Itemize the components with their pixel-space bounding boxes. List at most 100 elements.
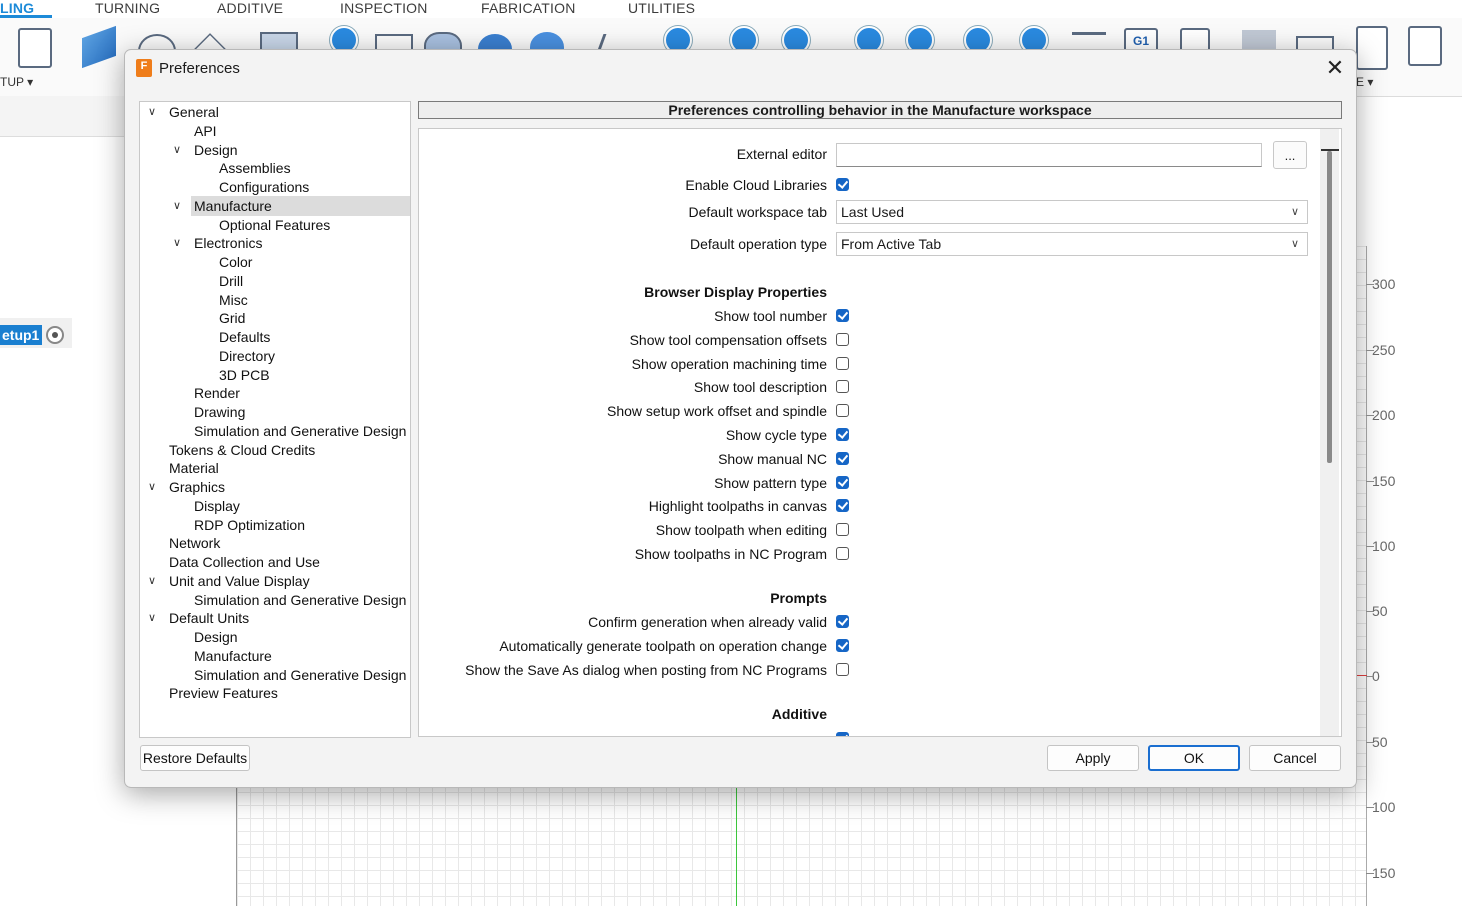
- close-icon[interactable]: ✕: [1323, 56, 1347, 80]
- tree-item[interactable]: Misc: [219, 292, 248, 308]
- toolpath-2d-icon[interactable]: [82, 25, 116, 69]
- prompt-option-checkbox[interactable]: [836, 639, 849, 652]
- tree-item[interactable]: Simulation and Generative Design: [194, 667, 406, 683]
- ribbon-tab[interactable]: FABRICATION: [481, 0, 576, 16]
- chevron-down-icon[interactable]: ∨: [173, 236, 181, 249]
- ribbon-tab[interactable]: INSPECTION: [340, 0, 428, 16]
- settings-panel[interactable]: External editor ... Enable Cloud Librari…: [418, 128, 1342, 737]
- dialog-title: Preferences: [159, 60, 240, 77]
- tree-item[interactable]: Grid: [219, 310, 245, 326]
- browser-option-checkbox[interactable]: [836, 451, 849, 465]
- chevron-down-icon[interactable]: ∨: [173, 143, 181, 156]
- tree-item[interactable]: Optional Features: [219, 217, 330, 233]
- tree-item[interactable]: Electronics: [194, 235, 262, 251]
- setup-icon[interactable]: [18, 28, 52, 68]
- tree-item[interactable]: Unit and Value Display: [169, 573, 310, 589]
- ruler-label: 200: [1372, 407, 1396, 423]
- chevron-down-icon: ∨: [1290, 206, 1299, 218]
- tree-item[interactable]: Simulation and Generative Design: [194, 592, 406, 608]
- tree-item[interactable]: Color: [219, 254, 252, 270]
- browser-option-checkbox[interactable]: [836, 380, 849, 394]
- browser-section-heading: Browser Display Properties: [644, 284, 827, 300]
- tree-item[interactable]: Configurations: [219, 179, 309, 195]
- manage-icon[interactable]: [1356, 26, 1388, 70]
- browser-option-checkbox[interactable]: [836, 309, 849, 322]
- tree-item[interactable]: Assemblies: [219, 160, 291, 176]
- tree-item[interactable]: General: [169, 104, 219, 120]
- apply-button[interactable]: Apply: [1047, 745, 1139, 771]
- ribbon-tab[interactable]: UTILITIES: [628, 0, 695, 16]
- ruler-tick: [1366, 676, 1374, 677]
- setup-item[interactable]: etup1: [0, 325, 42, 345]
- ruler-label: 150: [1372, 865, 1396, 881]
- tree-item[interactable]: Drawing: [194, 404, 245, 420]
- tree-item[interactable]: Manufacture: [194, 198, 272, 214]
- preferences-tree[interactable]: General ∨ API Design ∨ Assemblies Configuratio…: [139, 101, 411, 738]
- ribbon-tab[interactable]: ADDITIVE: [217, 0, 283, 16]
- manage-menu-label[interactable]: E ▾: [1356, 75, 1373, 89]
- ok-button[interactable]: OK: [1148, 745, 1240, 771]
- browser-option-checkbox[interactable]: [836, 475, 849, 489]
- chevron-down-icon[interactable]: ∨: [173, 199, 181, 212]
- default-operation-type-value: From Active Tab: [841, 236, 942, 252]
- tree-item[interactable]: Display: [194, 498, 240, 514]
- tree-item[interactable]: Network: [169, 535, 220, 551]
- external-editor-label: External editor: [736, 146, 827, 162]
- ribbon-tab[interactable]: LING: [0, 0, 34, 16]
- enable-cloud-libraries-checkbox[interactable]: [836, 178, 849, 191]
- prompt-option-checkbox[interactable]: [836, 663, 849, 676]
- ruler-label: 250: [1372, 342, 1396, 358]
- ribbon-tab[interactable]: TURNING: [95, 0, 160, 16]
- browser-option-checkbox[interactable]: [836, 499, 849, 513]
- setup-active-radio[interactable]: [46, 326, 64, 344]
- browser-option-checkbox[interactable]: [836, 356, 849, 370]
- tree-item[interactable]: Design: [194, 629, 238, 645]
- cancel-button[interactable]: Cancel: [1249, 745, 1341, 771]
- browser-option-checkbox[interactable]: [836, 404, 849, 418]
- tree-item[interactable]: Design: [194, 142, 238, 158]
- browser-option-checkbox[interactable]: [836, 428, 849, 441]
- default-operation-type-select[interactable]: From Active Tab ∨: [836, 232, 1308, 256]
- tree-item[interactable]: API: [194, 123, 217, 139]
- tree-item[interactable]: Directory: [219, 348, 275, 364]
- ruler-tick: [1366, 546, 1374, 547]
- tree-item[interactable]: Preview Features: [169, 685, 278, 701]
- tree-item[interactable]: Defaults: [219, 329, 270, 345]
- scrollbar-thumb[interactable]: [1327, 151, 1332, 463]
- external-editor-input[interactable]: [836, 143, 1262, 167]
- browser-option-label: Show pattern type: [714, 474, 827, 491]
- tree-item[interactable]: Render: [194, 385, 240, 401]
- chevron-down-icon[interactable]: ∨: [148, 574, 156, 587]
- tree-item[interactable]: Drill: [219, 273, 243, 289]
- browser-option-label: Show manual NC: [718, 450, 827, 467]
- chevron-down-icon[interactable]: ∨: [148, 611, 156, 624]
- chevron-down-icon[interactable]: ∨: [148, 105, 156, 118]
- browse-button[interactable]: ...: [1273, 141, 1307, 169]
- tree-item[interactable]: Simulation and Generative Design: [194, 423, 406, 439]
- tree-item[interactable]: Graphics: [169, 479, 225, 495]
- restore-defaults-button[interactable]: Restore Defaults: [140, 745, 250, 771]
- documents-icon[interactable]: [1408, 26, 1442, 66]
- tree-item[interactable]: Default Units: [169, 610, 249, 626]
- tree-item[interactable]: RDP Optimization: [194, 517, 305, 533]
- browser-header: [0, 96, 125, 137]
- browser-option-label: Show toolpath when editing: [655, 522, 827, 539]
- browser-option-checkbox[interactable]: [836, 547, 849, 560]
- browser-option-label: Show tool compensation offsets: [629, 331, 827, 348]
- tree-item[interactable]: Manufacture: [194, 648, 272, 664]
- setup-menu-label[interactable]: TUP ▾: [0, 75, 33, 89]
- browser-option-checkbox[interactable]: [836, 523, 849, 537]
- tree-item[interactable]: 3D PCB: [219, 367, 270, 383]
- tree-item[interactable]: Data Collection and Use: [169, 554, 320, 570]
- prompt-option-label: Show the Save As dialog when posting fro…: [465, 662, 827, 678]
- ruler-label: 150: [1372, 473, 1396, 489]
- prompt-option-checkbox[interactable]: [836, 615, 849, 628]
- default-workspace-tab-select[interactable]: Last Used ∨: [836, 200, 1308, 224]
- additive-option-checkbox[interactable]: [836, 732, 849, 736]
- browser-option-label: Show toolpaths in NC Program: [634, 546, 827, 562]
- tree-item[interactable]: Material: [169, 460, 219, 476]
- chevron-down-icon[interactable]: ∨: [148, 480, 156, 493]
- browser-option-checkbox[interactable]: [836, 332, 849, 346]
- tree-item[interactable]: Tokens & Cloud Credits: [169, 442, 315, 458]
- additive-section-heading: Additive: [771, 706, 827, 722]
